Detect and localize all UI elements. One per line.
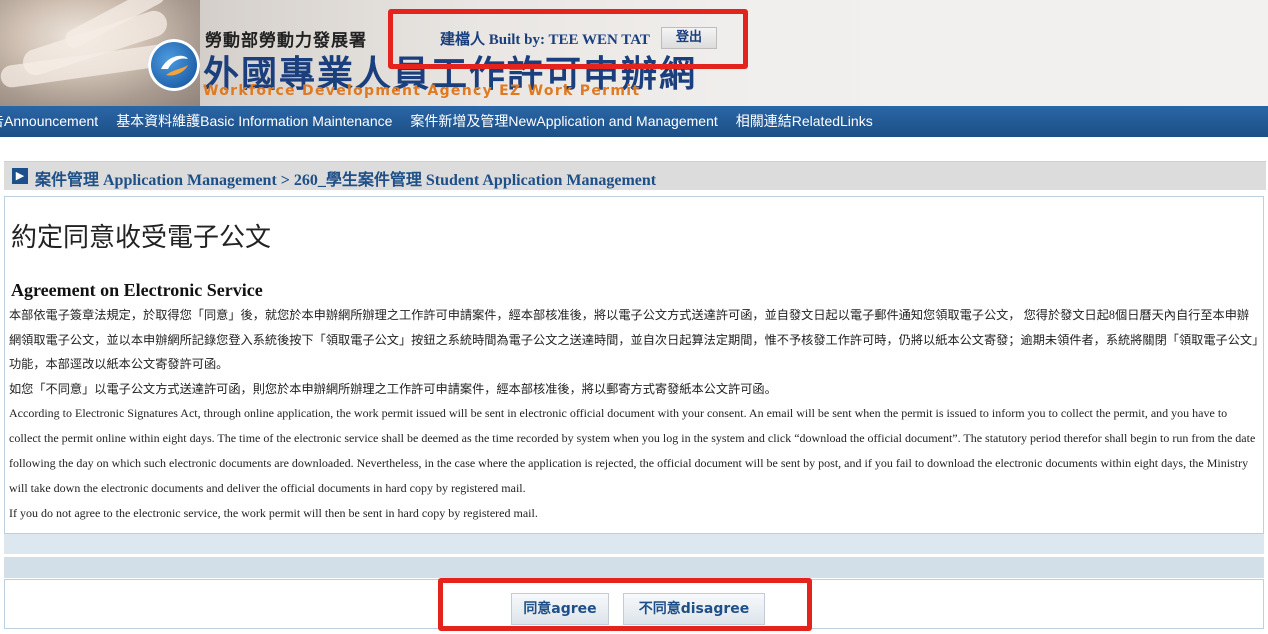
- chevron-right-icon: ▶: [12, 168, 28, 184]
- nav-item-basic-info[interactable]: 基本資料維護Basic Information Maintenance: [116, 106, 392, 137]
- page-title: 約定同意收受電子公文: [11, 223, 272, 253]
- divider-strip: [4, 557, 1264, 578]
- agency-logo-icon: [148, 39, 200, 91]
- agreement-paragraph-en-1: According to Electronic Signatures Act, …: [9, 406, 1256, 495]
- agreement-paragraph-cn-2: 如您「不同意」以電子公文方式送達許可函，則您於本申辦網所辦理之工作許可申請案件，…: [9, 381, 777, 396]
- agreement-paragraph-en-2: If you do not agree to the electronic se…: [9, 506, 538, 520]
- main-nav: 告Announcement 基本資料維護Basic Information Ma…: [0, 106, 1268, 137]
- highlight-box-actions: [438, 578, 812, 631]
- nav-item-application-management[interactable]: 案件新增及管理NewApplication and Management: [410, 106, 717, 137]
- nav-item-announcement[interactable]: 告Announcement: [0, 106, 98, 137]
- divider-strip: [4, 534, 1264, 554]
- agreement-heading: Agreement on Electronic Service: [11, 280, 263, 300]
- nav-item-related-links[interactable]: 相關連結RelatedLinks: [736, 106, 873, 137]
- agreement-text: 本部依電子簽章法規定，於取得您「同意」後，就您於本申辦網所辦理之工作許可申請案件…: [9, 303, 1261, 526]
- breadcrumb-text: 案件管理 Application Management > 260_學生案件管理…: [35, 172, 657, 189]
- breadcrumb: ▶ 案件管理 Application Management > 260_學生案件…: [4, 161, 1266, 190]
- agreement-panel: 約定同意收受電子公文 Agreement on Electronic Servi…: [4, 196, 1264, 534]
- agreement-paragraph-cn-1: 本部依電子簽章法規定，於取得您「同意」後，就您於本申辦網所辦理之工作許可申請案件…: [9, 308, 1259, 371]
- site-subtitle: Workforce Development Agency EZ Work Per…: [203, 83, 641, 99]
- highlight-box-user: [388, 9, 748, 69]
